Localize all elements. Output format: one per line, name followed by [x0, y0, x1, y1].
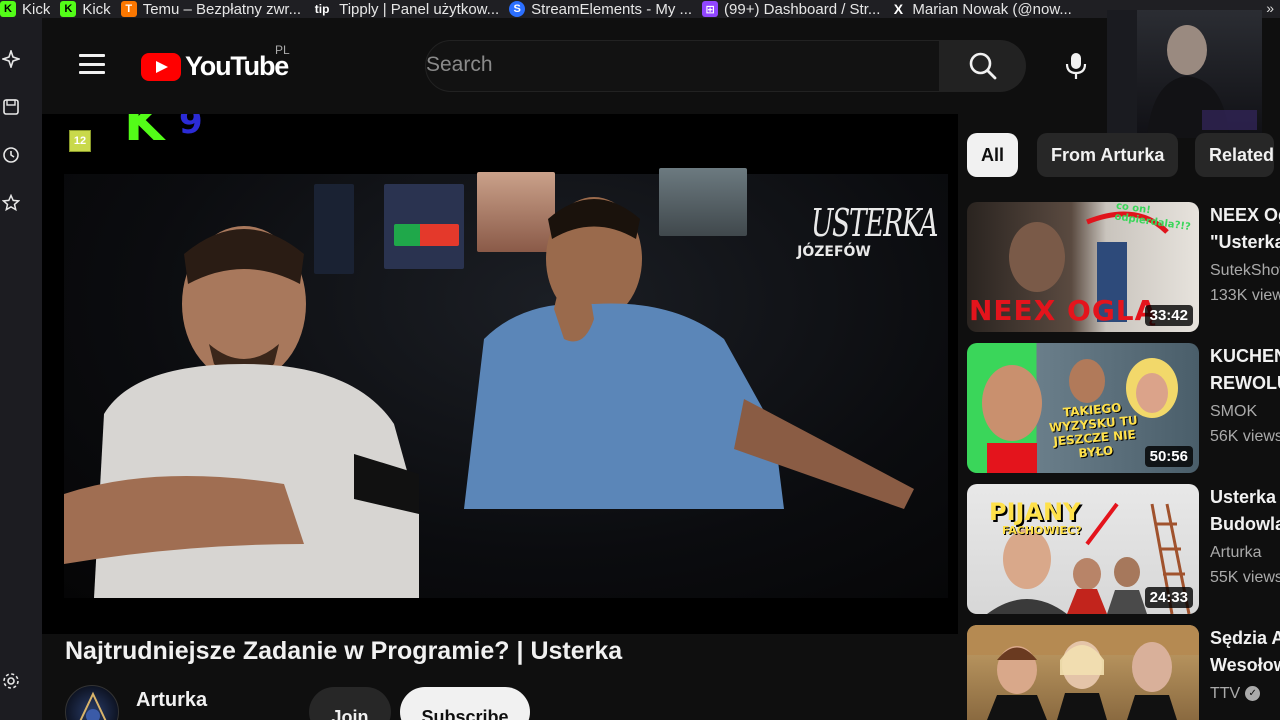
kick-icon: K: [0, 1, 16, 17]
person-left: [64, 226, 419, 598]
channel-badge-number: 9: [179, 114, 203, 142]
channel-name-text: TTV: [1210, 685, 1241, 702]
search-box: [425, 40, 940, 92]
recommendation-views: 55K views: [1210, 569, 1280, 586]
chip-from-arturka[interactable]: From Arturka: [1037, 133, 1179, 177]
subscribe-button[interactable]: Subscribe: [400, 687, 530, 720]
twitch-icon: ⊞: [702, 1, 719, 17]
video-thumbnail[interactable]: co on! odpierdala?!? NEEX OGLĄ 33:42: [967, 202, 1199, 332]
person-right: [464, 197, 914, 509]
recommendation-item[interactable]: TAKIEGO WYZYSKU TU JESZCZE NIE BYŁO 50:5…: [967, 343, 1280, 473]
bookmark-twitch[interactable]: ⊞ (99+) Dashboard / Str...: [702, 0, 890, 18]
recommendation-title[interactable]: NEEX Og "Usterka: [1210, 202, 1280, 256]
thumbnail-text: TAKIEGO WYZYSKU TU JESZCZE NIE BYŁO: [1048, 400, 1139, 461]
bookmark-label: StreamElements - My ...: [531, 0, 693, 18]
chip-related[interactable]: Related: [1195, 133, 1275, 177]
voice-search-button[interactable]: [1054, 40, 1098, 92]
join-button[interactable]: Join: [309, 687, 391, 720]
menu-icon[interactable]: [79, 54, 105, 74]
recommendation-channel[interactable]: SutekShow: [1210, 262, 1280, 280]
bookmarks-overflow-icon[interactable]: »: [1266, 0, 1274, 16]
channel-badge: K 9: [124, 114, 214, 153]
recommendation-views: 56K views: [1210, 428, 1280, 445]
video-player[interactable]: K 9 12 USTERKA JÓZEFÓW: [42, 114, 958, 634]
settings-icon[interactable]: [0, 670, 22, 692]
recommendation-info: NEEX Og "Usterka SutekShow 133K views: [1210, 202, 1280, 305]
video-owner-row: Arturka Join Subscribe: [65, 683, 545, 720]
bookmark-streamelements[interactable]: S StreamElements - My ...: [509, 0, 702, 18]
bookmark-kick-1[interactable]: K Kick: [0, 0, 60, 18]
save-icon[interactable]: [0, 96, 22, 118]
history-icon[interactable]: [0, 144, 22, 166]
youtube-masthead: YouTube PL: [42, 18, 1280, 114]
bookmark-temu[interactable]: T Temu – Bezpłatny zwr...: [120, 0, 311, 18]
recommendation-views: 133K views: [1210, 287, 1280, 304]
recommendation-info: KUCHEN REWOLU SMOK 56K views: [1210, 343, 1280, 446]
bookmark-label: Kick: [82, 0, 111, 18]
recommendation-channel[interactable]: TTV ✓: [1210, 685, 1280, 703]
chip-all[interactable]: All: [967, 133, 1019, 177]
thumbnail-text: NEEX OGLĄ: [969, 294, 1158, 327]
recommendation-channel[interactable]: Arturka: [1210, 544, 1280, 562]
temu-icon: T: [120, 1, 137, 17]
channel-name[interactable]: Arturka: [136, 689, 207, 712]
bookmark-label: Tipply | Panel użytkow...: [339, 0, 500, 18]
thumbnail-overlay: FACHOWIEC?: [1002, 524, 1082, 537]
search-input[interactable]: [426, 53, 906, 77]
webcam-overlay: [1107, 10, 1262, 138]
video-duration: 33:42: [1144, 305, 1193, 326]
recommendation-item[interactable]: co on! odpierdala?!? NEEX OGLĄ 33:42 NEE…: [967, 202, 1280, 332]
video-title: Najtrudniejsze Zadanie w Programie? | Us…: [65, 637, 623, 665]
video-thumbnail[interactable]: [967, 625, 1199, 720]
channel-avatar[interactable]: [65, 685, 119, 720]
verified-check-icon: ✓: [1245, 686, 1261, 702]
youtube-logo[interactable]: YouTube PL: [141, 43, 290, 82]
browser-sidebar: [0, 18, 42, 720]
country-code: PL: [275, 43, 290, 57]
recommendation-info: Sędzia A Wesołow TTV ✓: [1210, 625, 1280, 703]
bookmark-kick-2[interactable]: K Kick: [60, 0, 120, 18]
streamelements-icon: S: [509, 1, 526, 17]
ai-sparkle-icon[interactable]: [0, 48, 22, 70]
thumbnail-text: PIJANY: [989, 498, 1081, 526]
kick-icon: K: [60, 1, 77, 17]
bookmark-x[interactable]: X Marian Nowak (@now...: [890, 0, 1081, 18]
search-button[interactable]: [940, 40, 1026, 92]
channel-badge-letter: K: [124, 114, 166, 146]
microphone-icon: [1065, 53, 1087, 79]
recommendation-title[interactable]: Sędzia A Wesołow: [1210, 625, 1280, 679]
recommendation-item[interactable]: PIJANY FACHOWIEC? 24:33 Usterka Budowla …: [967, 484, 1280, 614]
bookmark-tipply[interactable]: tip Tipply | Panel użytkow...: [311, 0, 509, 18]
video-duration: 50:56: [1144, 446, 1193, 467]
bookmark-label: Kick: [22, 0, 51, 18]
tipply-icon: tip: [314, 2, 330, 16]
bookmark-label: Temu – Bezpłatny zwr...: [142, 0, 302, 18]
youtube-play-icon: [141, 52, 181, 81]
bookmarks-bar: K Kick K Kick T Temu – Bezpłatny zwr... …: [0, 0, 1280, 18]
recommendation-info: Usterka Budowla Arturka 55K views: [1210, 484, 1280, 587]
recommendation-title[interactable]: Usterka Budowla: [1210, 484, 1280, 538]
x-icon: X: [893, 1, 904, 17]
bookmark-label: Marian Nowak (@now...: [912, 0, 1072, 18]
video-duration: 24:33: [1144, 587, 1193, 608]
bookmark-label: (99+) Dashboard / Str...: [724, 0, 881, 18]
video-frame: USTERKA JÓZEFÓW: [64, 168, 948, 598]
recommendation-channel[interactable]: SMOK: [1210, 403, 1280, 421]
search-icon: [969, 52, 997, 80]
recommendation-item[interactable]: Sędzia A Wesołow TTV ✓: [967, 625, 1280, 720]
age-rating-badge: 12: [69, 130, 91, 152]
video-thumbnail[interactable]: TAKIEGO WYZYSKU TU JESZCZE NIE BYŁO 50:5…: [967, 343, 1199, 473]
recommendation-title[interactable]: KUCHEN REWOLU: [1210, 343, 1280, 397]
favorites-icon[interactable]: [0, 192, 22, 214]
video-thumbnail[interactable]: PIJANY FACHOWIEC? 24:33: [967, 484, 1199, 614]
logo-text: YouTube: [185, 51, 289, 81]
